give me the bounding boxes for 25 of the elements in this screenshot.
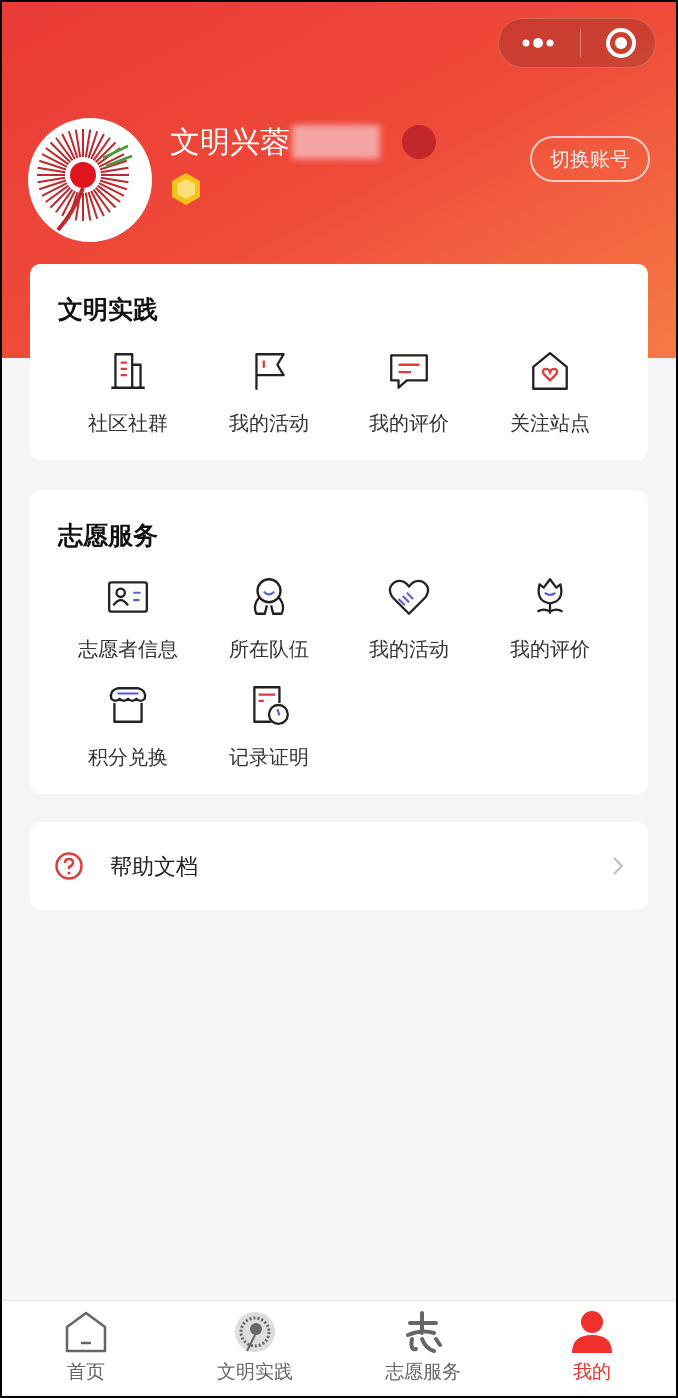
menu-item[interactable]: 我的评价 [479,574,620,664]
tab[interactable]: 文明实践 [170,1301,339,1394]
section-title: 文明实践 [58,294,159,326]
chevron-right-icon [612,856,624,876]
help-row[interactable]: 帮助文档 [30,822,648,910]
user-name: 文明兴蓉 [170,123,290,161]
help-icon [54,851,84,881]
menu-item[interactable]: 社区社群 [58,348,199,438]
menu-item[interactable]: 我的评价 [339,348,480,438]
menu-item[interactable]: 我的活动 [339,574,480,664]
level-badge-icon [170,172,202,206]
menu-item[interactable]: 关注站点 [479,348,620,438]
menu-item[interactable]: 记录证明 [198,682,339,772]
menu-item[interactable]: 我的活动 [198,348,339,438]
capsule-menu[interactable] [498,18,656,68]
tab[interactable]: 我的 [507,1301,676,1394]
menu-item[interactable]: 积分兑换 [58,682,199,772]
help-label: 帮助文档 [110,852,198,881]
close-icon[interactable] [605,27,637,59]
menu-item[interactable]: 所在队伍 [198,574,339,664]
section-title: 志愿服务 [58,520,159,552]
tab[interactable]: 志愿服务 [339,1301,508,1394]
more-icon[interactable] [521,38,555,48]
tab[interactable]: 首页 [2,1301,171,1394]
menu-item[interactable]: 志愿者信息 [58,574,199,664]
